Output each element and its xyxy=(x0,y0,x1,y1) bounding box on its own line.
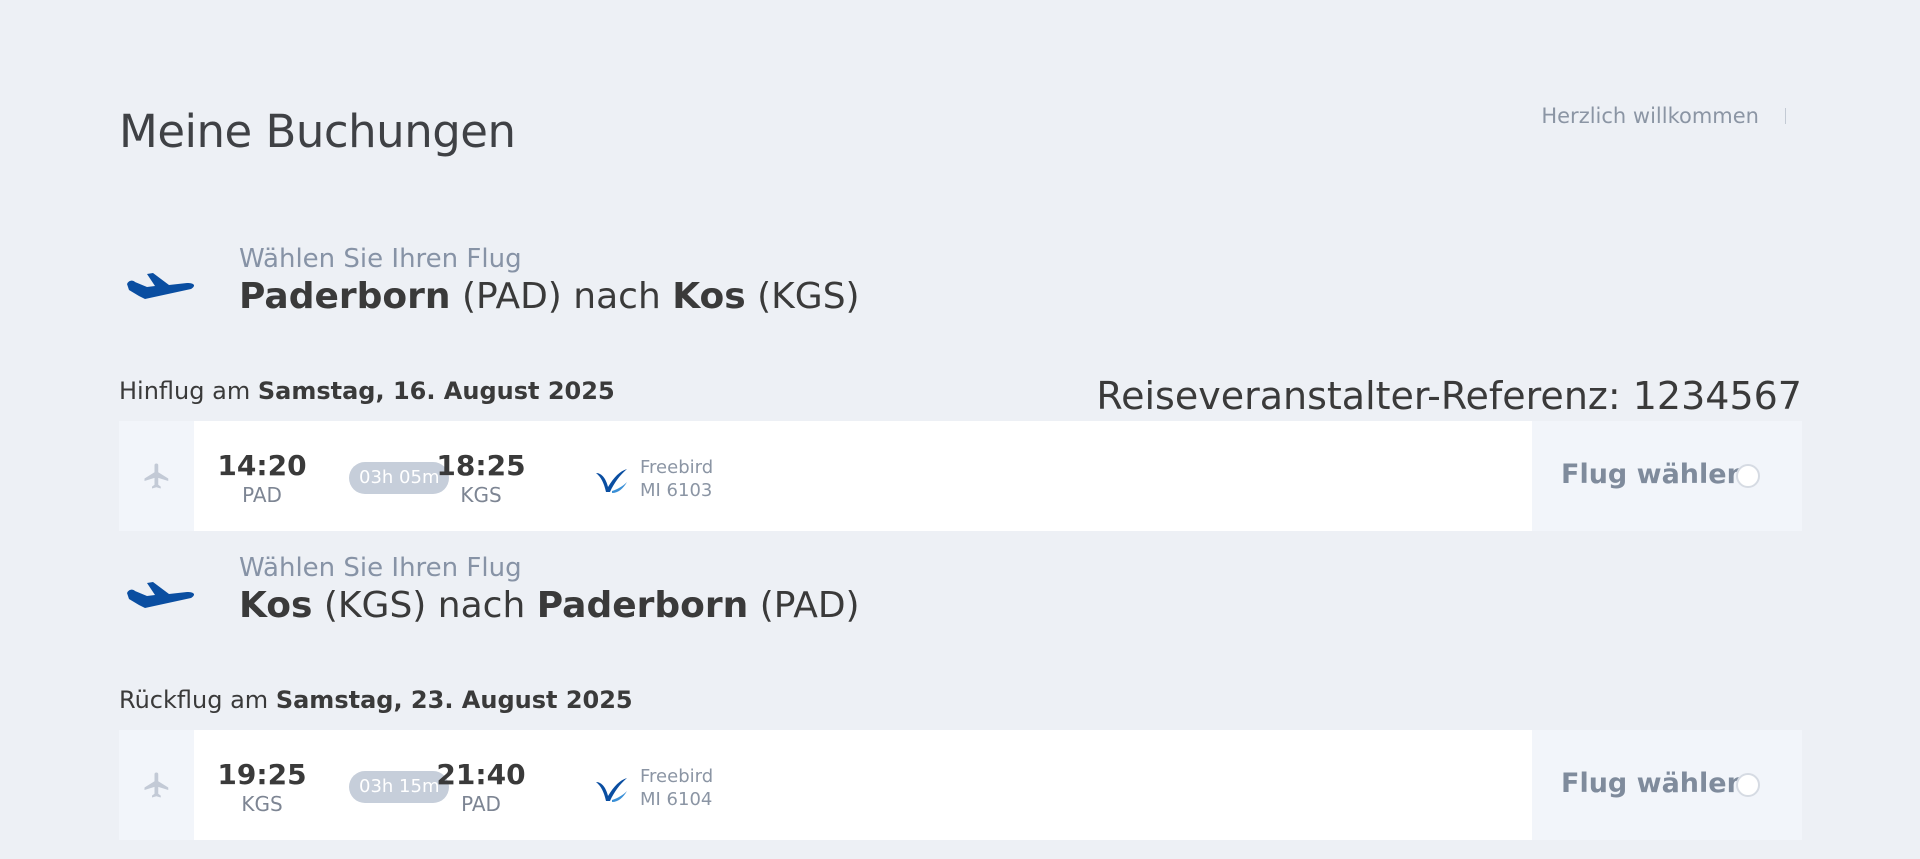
departure-code: KGS xyxy=(241,792,283,816)
welcome-link[interactable]: Herzlich willkommen xyxy=(1541,104,1786,128)
origin-city: Kos xyxy=(239,585,313,626)
date-prefix: Rückflug am xyxy=(119,686,269,714)
flight-number: MI 6104 xyxy=(640,789,713,810)
flight-card-return[interactable]: 19:25 KGS 03h 15m 21:40 PAD Freebird MI … xyxy=(119,730,1802,840)
airplane-small-icon xyxy=(144,772,168,798)
date-value: Samstag, 16. August 2025 xyxy=(257,377,615,405)
airline-info: Freebird MI 6103 xyxy=(640,456,713,502)
select-flight-radio[interactable] xyxy=(1736,464,1760,488)
departure-time: 19:25 xyxy=(217,758,307,791)
outbound-date: Hinflug am Samstag, 16. August 2025 xyxy=(119,377,615,405)
leg-route: Kos (KGS) nach Paderborn (PAD) xyxy=(239,585,860,626)
dest-code: (PAD) xyxy=(759,585,860,626)
airplane-small-icon xyxy=(144,463,168,489)
airline-name: Freebird xyxy=(640,457,714,478)
origin-code: (KGS) xyxy=(323,585,427,626)
arrival: 21:40 PAD xyxy=(431,759,531,817)
dest-code: (KGS) xyxy=(757,276,860,317)
arrival-time: 18:25 xyxy=(436,449,526,482)
airline-name: Freebird xyxy=(640,766,714,787)
airplane-icon xyxy=(127,273,195,299)
select-flight-label: Flug wählen xyxy=(1561,459,1746,490)
select-flight-button[interactable]: Flug wählen xyxy=(1532,421,1802,531)
flight-icon-column xyxy=(119,730,194,840)
arrival: 18:25 KGS xyxy=(431,450,531,508)
page-title: Meine Buchungen xyxy=(119,105,516,158)
flight-icon-column xyxy=(119,421,194,531)
flight-details: 19:25 KGS 03h 15m 21:40 PAD Freebird MI … xyxy=(194,730,1532,840)
leg-prompt: Wählen Sie Ihren Flug xyxy=(239,244,522,274)
return-date: Rückflug am Samstag, 23. August 2025 xyxy=(119,686,633,714)
arrival-code: PAD xyxy=(461,792,501,816)
airline-info: Freebird MI 6104 xyxy=(640,765,713,811)
select-flight-label: Flug wählen xyxy=(1561,768,1746,799)
date-value: Samstag, 23. August 2025 xyxy=(275,686,633,714)
freebird-logo xyxy=(596,778,627,802)
flight-card-outbound[interactable]: 14:20 PAD 03h 05m 18:25 KGS Freebird MI … xyxy=(119,421,1802,531)
date-prefix: Hinflug am xyxy=(119,377,251,405)
freebird-logo xyxy=(596,469,627,493)
tour-operator-reference: Reiseveranstalter-Referenz: 1234567 xyxy=(1096,374,1802,418)
departure: 19:25 KGS xyxy=(212,759,312,817)
arrival-code: KGS xyxy=(460,483,502,507)
arrival-time: 21:40 xyxy=(436,758,526,791)
leg-header-outbound: Wählen Sie Ihren Flug Paderborn (PAD) na… xyxy=(119,240,919,330)
dest-city: Paderborn xyxy=(536,585,749,626)
departure-code: PAD xyxy=(242,483,282,507)
select-flight-radio[interactable] xyxy=(1736,773,1760,797)
welcome-text: Herzlich willkommen xyxy=(1541,104,1759,128)
route-connector: nach xyxy=(573,276,661,317)
reference-value: 1234567 xyxy=(1632,374,1802,418)
dest-city: Kos xyxy=(672,276,746,317)
origin-city: Paderborn xyxy=(239,276,451,317)
departure-time: 14:20 xyxy=(217,449,307,482)
airplane-icon xyxy=(127,582,195,608)
leg-route: Paderborn (PAD) nach Kos (KGS) xyxy=(239,276,860,317)
flight-number: MI 6103 xyxy=(640,480,713,501)
leg-header-return: Wählen Sie Ihren Flug Kos (KGS) nach Pad… xyxy=(119,549,919,639)
departure: 14:20 PAD xyxy=(212,450,312,508)
leg-prompt: Wählen Sie Ihren Flug xyxy=(239,553,522,583)
reference-label: Reiseveranstalter-Referenz: xyxy=(1096,374,1621,418)
flight-details: 14:20 PAD 03h 05m 18:25 KGS Freebird MI … xyxy=(194,421,1532,531)
select-flight-button[interactable]: Flug wählen xyxy=(1532,730,1802,840)
divider xyxy=(1785,108,1786,124)
origin-code: (PAD) xyxy=(462,276,562,317)
route-connector: nach xyxy=(437,585,526,626)
